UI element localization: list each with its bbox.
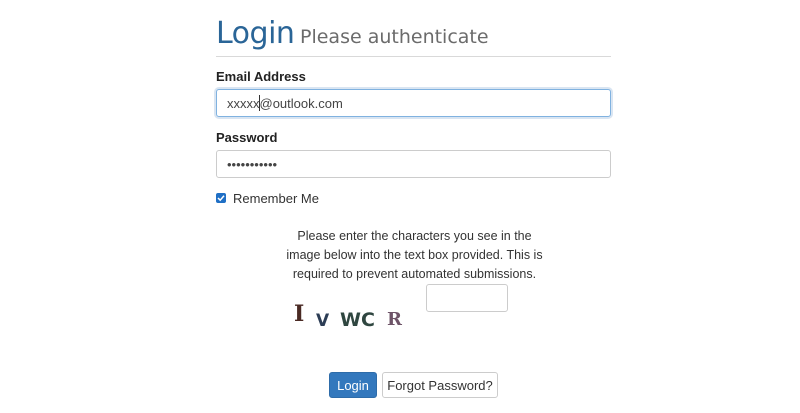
captcha-input[interactable]	[426, 284, 508, 312]
captcha-char-1: I	[294, 301, 304, 327]
captcha-char-4: R	[387, 309, 403, 330]
login-button[interactable]: Login	[329, 372, 377, 398]
password-value: •••••••••••	[227, 157, 278, 172]
remember-me-label: Remember Me	[233, 191, 319, 206]
page-title: Login	[216, 16, 295, 51]
text-cursor	[259, 95, 260, 111]
captcha-image: I V WC R	[294, 301, 403, 331]
captcha-instructions: Please enter the characters you see in t…	[286, 229, 543, 281]
page-heading: Login Please authenticate	[216, 16, 611, 57]
forgot-password-button[interactable]: Forgot Password?	[382, 372, 498, 398]
checkmark-icon	[217, 195, 225, 202]
captcha-char-3: WC	[340, 309, 375, 331]
password-field[interactable]: •••••••••••	[216, 150, 611, 178]
password-label: Password	[216, 130, 278, 145]
page-subtitle: Please authenticate	[300, 26, 489, 48]
email-field[interactable]: xxxxx@outlook.com	[216, 89, 611, 117]
remember-me-checkbox[interactable]	[216, 193, 226, 203]
email-value: xxxxx@outlook.com	[227, 96, 343, 111]
email-label: Email Address	[216, 69, 306, 84]
captcha-char-2: V	[316, 311, 330, 331]
